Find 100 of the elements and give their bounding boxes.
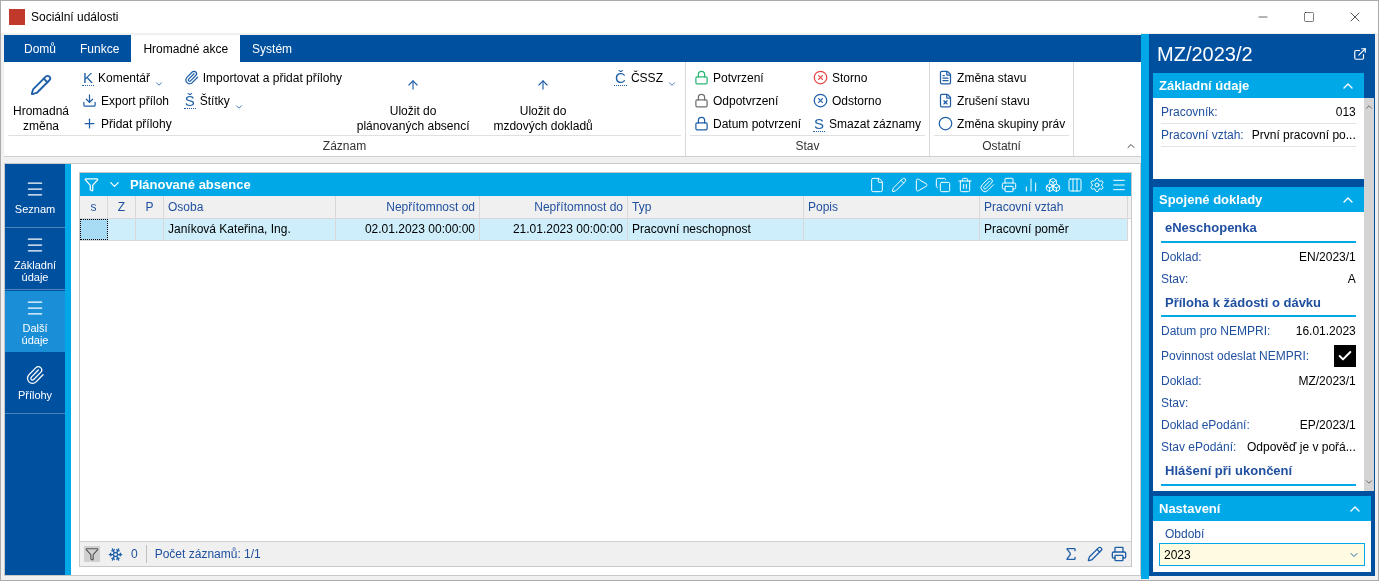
field-label: Období (1164, 526, 1206, 543)
column-header[interactable]: Typ (628, 196, 804, 218)
ribbon-large-button[interactable]: Uložit do plánovaných absencí (350, 66, 477, 134)
column-header[interactable]: P (136, 196, 164, 218)
ribbon-button[interactable]: Importovat a přidat přílohy (179, 66, 347, 89)
field-label: Povinnost odeslat NEMPRI: (1161, 348, 1310, 365)
cubes-icon[interactable] (1045, 176, 1061, 193)
new-document-icon[interactable] (869, 176, 885, 193)
gear-icon[interactable] (1089, 176, 1105, 193)
app-logo-icon (9, 9, 25, 25)
ribbon-group-label: Stav (689, 135, 926, 156)
pop-out-icon[interactable] (1353, 46, 1367, 61)
paperclip-icon[interactable] (979, 176, 995, 193)
scrollbar[interactable] (1363, 98, 1374, 491)
field-label: Doklad: (1161, 373, 1202, 390)
section-title: Základní údaje (1158, 76, 1250, 95)
ribbon-button[interactable]: K Komentář (78, 66, 176, 89)
ribbon-button[interactable]: Č ČSSZ (610, 66, 681, 89)
field-label: Pracovník: (1161, 104, 1218, 121)
pencil-icon[interactable] (1087, 546, 1103, 562)
paperclip-icon (25, 365, 45, 385)
record-count: Počet záznamů: 1/1 (145, 545, 261, 563)
subsection-heading: Hlášení při ukončení (1161, 458, 1356, 486)
filter-icon[interactable] (84, 177, 99, 192)
column-header[interactable]: Pracovní vztah (980, 196, 1128, 218)
ribbon-tab[interactable]: Hromadné akce (131, 35, 241, 62)
subsection-heading: Příloha k žádosti o dávku (1161, 289, 1356, 317)
ribbon-button[interactable]: Změna skupiny práv (934, 112, 1070, 135)
column-header[interactable]: Osoba (164, 196, 336, 218)
field-value: MZ/2023/1 (1297, 373, 1356, 390)
table-cell: Janíková Kateřina, Ing. (164, 219, 336, 240)
maximize-icon (1303, 11, 1315, 23)
ribbon-large-button[interactable]: Uložit do mzdových dokladů (480, 66, 607, 134)
ribbon-group-label: Ostatní (934, 135, 1070, 156)
copy-icon[interactable] (935, 176, 951, 193)
ribbon-button[interactable]: Odstorno (809, 89, 926, 112)
field-label: Stav: (1161, 395, 1189, 412)
ribbon-button[interactable]: Datum potvrzení (689, 112, 805, 135)
ribbon-button[interactable]: Zrušení stavu (934, 89, 1070, 112)
field-label: Doklad: (1161, 248, 1202, 266)
ribbon-large-button[interactable]: Hromadná změna (8, 66, 74, 134)
cancel-icon (813, 70, 828, 85)
table-cell: Pracovní neschopnost (628, 219, 804, 240)
column-header[interactable]: Z (108, 196, 136, 218)
column-header[interactable]: Popis (804, 196, 980, 218)
ribbon-button[interactable]: Změna stavu (934, 66, 1070, 89)
field-value: EN/2023/1 (1298, 248, 1356, 266)
field-label: Doklad ePodání: (1161, 417, 1250, 434)
sum-icon[interactable] (1063, 546, 1079, 562)
column-header[interactable]: s (80, 196, 108, 218)
ribbon-tab[interactable]: Funkce (68, 35, 132, 62)
lock-icon (693, 70, 709, 85)
ribbon-button[interactable]: Potvrzení (689, 66, 805, 89)
table-row[interactable]: Janíková Kateřina, Ing. 02.01.2023 00:00:00 21.01.2023 00:00:00 Pracovní neschopnost Pracovní poměr (80, 219, 1128, 241)
ribbon-button[interactable]: Přidat přílohy (78, 112, 176, 135)
field-value: A (1346, 270, 1356, 288)
pencil-icon (30, 74, 52, 96)
snowflake-icon[interactable] (108, 546, 123, 562)
column-header[interactable]: Nepřítomnost od (336, 196, 480, 218)
columns-icon[interactable] (1067, 176, 1083, 193)
field-value: EP/2023/1 (1298, 417, 1356, 434)
grid-title: Plánované absence (130, 175, 251, 194)
field-value: První pracovní po... (1250, 127, 1356, 144)
ribbon-button[interactable]: Export příloh (78, 89, 176, 112)
play-icon[interactable] (913, 176, 929, 193)
table-cell: 02.01.2023 00:00:00 (336, 219, 480, 240)
period-dropdown[interactable]: 2023 (1159, 543, 1365, 566)
field-label: Pracovní vztah: (1161, 127, 1244, 144)
trash-icon[interactable] (957, 176, 973, 193)
filter-icon[interactable] (84, 546, 100, 562)
table-cell: Pracovní poměr (980, 219, 1128, 240)
printer-icon[interactable] (1111, 546, 1127, 562)
ribbon-button[interactable]: Odpotvrzení (689, 89, 805, 112)
field-value: Odpověď je v pořá... (1246, 439, 1356, 456)
table-cell (80, 219, 108, 240)
checkbox[interactable] (1333, 345, 1356, 367)
ribbon-button[interactable]: S Smazat záznamy (809, 112, 926, 135)
scroll-up-icon[interactable] (1363, 102, 1374, 112)
window-title: Sociální události (31, 9, 119, 26)
record-title: MZ/2023/2 (1156, 41, 1253, 67)
lock-icon (693, 93, 709, 108)
scroll-down-icon[interactable] (1363, 477, 1374, 487)
field-label: Stav ePodání: (1161, 439, 1237, 456)
ribbon-group-label: Záznam (8, 135, 681, 156)
lock-icon (693, 116, 709, 131)
table-cell: 21.01.2023 00:00:00 (480, 219, 628, 240)
section-title: Spojené doklady (1158, 190, 1263, 209)
chart-icon[interactable] (1023, 176, 1039, 193)
ribbon-tab[interactable]: Systém (240, 35, 305, 62)
column-header[interactable]: Nepřítomnost do (480, 196, 628, 218)
field-label: Stav: (1161, 270, 1189, 288)
field-value: 013 (1334, 104, 1356, 121)
field-label: Datum pro NEMPRI: (1161, 323, 1271, 340)
field-value: 16.01.2023 (1294, 323, 1356, 340)
ribbon-button[interactable]: Š Štítky (179, 89, 347, 112)
ribbon-button[interactable]: Storno (809, 66, 926, 89)
section-title: Nastavení (1158, 499, 1221, 518)
ribbon-tab[interactable]: Domů (12, 35, 68, 62)
filter-count: 0 (131, 546, 138, 563)
nav-tile[interactable]: Další údaje (5, 291, 65, 352)
